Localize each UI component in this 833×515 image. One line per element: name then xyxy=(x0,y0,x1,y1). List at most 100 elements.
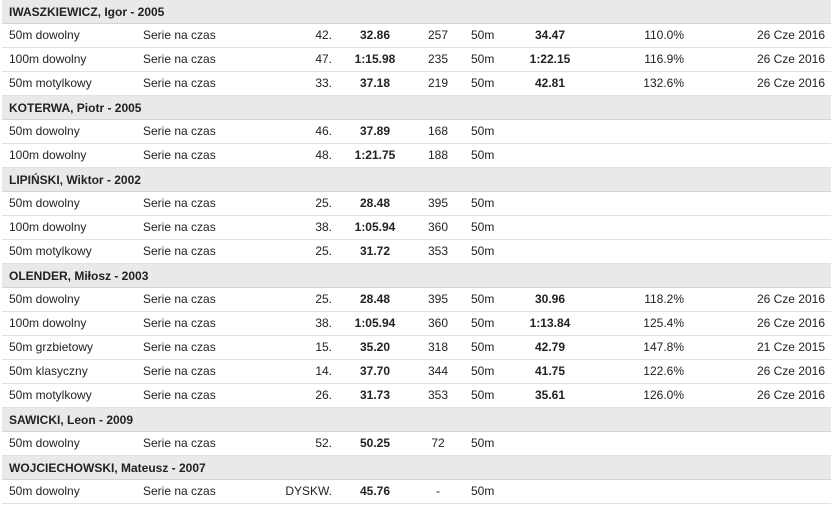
pool-length: 50m xyxy=(471,220,495,234)
pool-length: 50m xyxy=(471,388,495,402)
pool-length: 50m xyxy=(471,340,495,354)
result-row[interactable]: 100m dowolny Serie na czas 38. 1:05.94 360 50… xyxy=(2,216,831,240)
result-time: 1:05.94 xyxy=(354,220,396,234)
athlete-header: OLENDER, Miłosz - 2003 xyxy=(2,264,831,288)
place: 25. xyxy=(315,196,332,210)
percentage: 125.4% xyxy=(643,316,684,330)
pool-length: 50m xyxy=(471,124,495,138)
round-type: Serie na czas xyxy=(143,244,216,258)
pool-length: 50m xyxy=(471,244,495,258)
result-row[interactable]: 50m klasyczny Serie na czas 14. 37.70 344 50m… xyxy=(2,360,831,384)
place: 38. xyxy=(315,316,332,330)
result-row[interactable]: 50m grzbietowy Serie na czas 15. 35.20 318 50… xyxy=(2,336,831,360)
event-name[interactable]: 50m dowolny xyxy=(9,432,80,455)
pool-length: 50m xyxy=(471,436,495,450)
result-row[interactable]: 100m dowolny Serie na czas 48. 1:21.75 188 50… xyxy=(2,144,831,168)
result-row[interactable]: 50m dowolny Serie na czas 25. 28.48 395 50m xyxy=(2,192,831,216)
pool-length: 50m xyxy=(471,52,495,66)
fina-points: 395 xyxy=(427,292,449,306)
athlete-header: LIPIŃSKI, Wiktor - 2002 xyxy=(2,168,831,192)
result-row[interactable]: 100m dowolny Serie na czas 38. 1:05.94 360 50… xyxy=(2,312,831,336)
personal-best-time: 42.81 xyxy=(534,76,566,90)
round-type: Serie na czas xyxy=(143,364,216,378)
personal-best-date: 21 Cze 2015 xyxy=(756,340,825,354)
result-time: 37.70 xyxy=(359,364,391,378)
event-name[interactable]: 50m klasyczny xyxy=(9,360,88,383)
percentage: 110.0% xyxy=(644,28,684,42)
percentage: 118.2% xyxy=(644,292,684,306)
result-time: 37.89 xyxy=(359,124,391,138)
event-name[interactable]: 50m dowolny xyxy=(9,192,80,215)
fina-points: 219 xyxy=(427,76,449,90)
percentage: 122.6% xyxy=(643,364,684,378)
personal-best-time: 34.47 xyxy=(534,28,566,42)
athlete-header: SAWICKI, Leon - 2009 xyxy=(2,408,831,432)
percentage: 132.6% xyxy=(643,76,684,90)
pool-length: 50m xyxy=(471,292,495,306)
results-table: IWASZKIEWICZ, Igor - 2005 50m dowolny Seri… xyxy=(2,0,831,504)
result-time: 45.76 xyxy=(359,484,391,498)
place: 42. xyxy=(315,28,332,42)
result-time: 1:05.94 xyxy=(354,316,396,330)
personal-best-time: 42.79 xyxy=(534,340,566,354)
place: 46. xyxy=(315,124,332,138)
pool-length: 50m xyxy=(471,484,495,498)
result-row[interactable]: 50m dowolny Serie na czas 46. 37.89 168 50m xyxy=(2,120,831,144)
result-row[interactable]: 50m motylkowy Serie na czas 25. 31.72 353 50m xyxy=(2,240,831,264)
result-row[interactable]: 100m dowolny Serie na czas 47. 1:15.98 235 50… xyxy=(2,48,831,72)
event-name[interactable]: 100m dowolny xyxy=(9,48,86,71)
personal-best-time: 30.96 xyxy=(534,292,566,306)
event-name[interactable]: 100m dowolny xyxy=(9,312,86,335)
round-type: Serie na czas xyxy=(143,220,216,234)
result-time: 31.73 xyxy=(359,388,391,402)
event-name[interactable]: 50m grzbietowy xyxy=(9,336,93,359)
round-type: Serie na czas xyxy=(143,340,216,354)
pool-length: 50m xyxy=(471,148,495,162)
fina-points: 257 xyxy=(427,28,449,42)
result-row[interactable]: 50m motylkowy Serie na czas 26. 31.73 353 50m… xyxy=(2,384,831,408)
event-name[interactable]: 50m dowolny xyxy=(9,480,80,503)
round-type: Serie na czas xyxy=(143,388,216,402)
round-type: Serie na czas xyxy=(143,124,216,138)
fina-points: 235 xyxy=(427,52,449,66)
pool-length: 50m xyxy=(471,364,495,378)
result-row[interactable]: 50m dowolny Serie na czas DYSKW. 45.76 - 50m xyxy=(2,480,831,504)
result-row[interactable]: 50m dowolny Serie na czas 25. 28.48 395 50m 30… xyxy=(2,288,831,312)
percentage: 126.0% xyxy=(643,388,684,402)
event-name[interactable]: 50m motylkowy xyxy=(9,72,92,95)
round-type: Serie na czas xyxy=(143,292,216,306)
fina-points: - xyxy=(436,484,440,498)
place: 14. xyxy=(315,364,332,378)
personal-best-date: 26 Cze 2016 xyxy=(756,52,825,66)
place: 52. xyxy=(315,436,332,450)
event-name[interactable]: 100m dowolny xyxy=(9,144,86,167)
place: 47. xyxy=(315,52,332,66)
place: 48. xyxy=(315,148,332,162)
round-type: Serie na czas xyxy=(143,52,216,66)
pool-length: 50m xyxy=(471,316,495,330)
round-type: Serie na czas xyxy=(143,316,216,330)
percentage: 147.8% xyxy=(643,340,684,354)
round-type: Serie na czas xyxy=(143,28,216,42)
event-name[interactable]: 50m motylkowy xyxy=(9,384,92,407)
percentage: 116.9% xyxy=(644,52,684,66)
fina-points: 318 xyxy=(427,340,449,354)
place: 25. xyxy=(315,244,332,258)
event-name[interactable]: 50m dowolny xyxy=(9,288,80,311)
personal-best-time: 41.75 xyxy=(534,364,566,378)
fina-points: 188 xyxy=(427,148,449,162)
event-name[interactable]: 50m dowolny xyxy=(9,24,80,47)
round-type: Serie na czas xyxy=(143,148,216,162)
result-time: 1:15.98 xyxy=(354,52,396,66)
fina-points: 72 xyxy=(431,436,445,450)
event-name[interactable]: 50m dowolny xyxy=(9,120,80,143)
fina-points: 360 xyxy=(427,220,449,234)
result-row[interactable]: 50m dowolny Serie na czas 42. 32.86 257 50m 34… xyxy=(2,24,831,48)
event-name[interactable]: 50m motylkowy xyxy=(9,240,92,263)
result-time: 50.25 xyxy=(359,436,391,450)
result-row[interactable]: 50m motylkowy Serie na czas 33. 37.18 219 50m… xyxy=(2,72,831,96)
event-name[interactable]: 100m dowolny xyxy=(9,216,86,239)
result-row[interactable]: 50m dowolny Serie na czas 52. 50.25 72 50m xyxy=(2,432,831,456)
place: 26. xyxy=(315,388,332,402)
personal-best-time: 35.61 xyxy=(534,388,566,402)
